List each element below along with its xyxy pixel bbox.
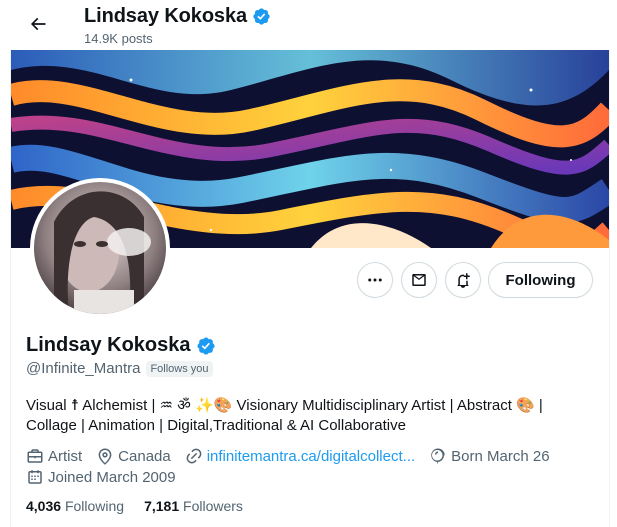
back-button[interactable]: [22, 8, 54, 40]
birthday-text: Born March 26: [451, 447, 550, 465]
profession-text: Artist: [48, 447, 83, 465]
location-text: Canada: [118, 447, 171, 465]
more-icon: [366, 271, 384, 289]
followers-link[interactable]: 7,181 Followers: [144, 498, 243, 514]
profile-handle: @Infinite_Mantra: [26, 360, 141, 377]
verified-badge-icon: [252, 7, 271, 26]
location-item: Canada: [96, 447, 171, 465]
joined-text: Joined March 2009: [48, 468, 176, 486]
followers-label: Followers: [183, 498, 243, 514]
following-button[interactable]: Following: [488, 262, 593, 298]
profile-avatar[interactable]: [30, 178, 170, 318]
follow-stats: 4,036 Following 7,181 Followers: [26, 498, 243, 514]
profile-header-bar: Lindsay Kokoska 14.9K posts: [0, 0, 617, 50]
profile-bio: Visual ☨ Alchemist | ♒ ॐ ✨🎨 Visionary Mu…: [26, 396, 586, 436]
website-link[interactable]: infinitemantra.ca/digitalcollect...: [207, 448, 415, 465]
header-title: Lindsay Kokoska: [84, 5, 271, 28]
followers-count: 7,181: [144, 498, 180, 514]
profile-meta-row: Artist Canada infinitemantra.ca/digitalc…: [26, 447, 564, 465]
bio-line: Visual ☨ Alchemist | ♒ ॐ ✨🎨 Visionary Mu…: [26, 397, 543, 414]
post-count: 14.9K posts: [84, 31, 153, 46]
profile-meta-row: Joined March 2009: [26, 468, 190, 486]
handle-row: @Infinite_Mantra Follows you: [26, 360, 213, 377]
verified-badge-icon: [196, 336, 216, 356]
arrow-left-icon: [28, 14, 48, 34]
profile-name: Lindsay Kokoska: [26, 334, 216, 357]
calendar-icon: [26, 468, 44, 486]
avatar-photo: [34, 182, 166, 314]
location-pin-icon: [96, 447, 114, 465]
follows-you-badge: Follows you: [146, 360, 213, 377]
following-link[interactable]: 4,036 Following: [26, 498, 124, 514]
following-label: Following: [64, 498, 125, 514]
notifications-button[interactable]: [445, 262, 481, 298]
balloon-icon: [429, 447, 447, 465]
birthday-item: Born March 26: [429, 447, 550, 465]
briefcase-icon: [26, 447, 44, 465]
joined-item: Joined March 2009: [26, 468, 176, 486]
following-count: 4,036: [26, 498, 62, 514]
bio-line: Collage | Animation | Digital,Traditiona…: [26, 417, 406, 434]
message-icon: [410, 271, 428, 289]
profession-item: Artist: [26, 447, 82, 465]
website-item[interactable]: infinitemantra.ca/digitalcollect...: [185, 447, 415, 465]
profile-name-text: Lindsay Kokoska: [26, 334, 191, 356]
notification-bell-icon: [454, 271, 472, 289]
more-options-button[interactable]: [357, 262, 393, 298]
message-button[interactable]: [401, 262, 437, 298]
link-icon: [185, 447, 203, 465]
header-name-text: Lindsay Kokoska: [84, 5, 248, 27]
